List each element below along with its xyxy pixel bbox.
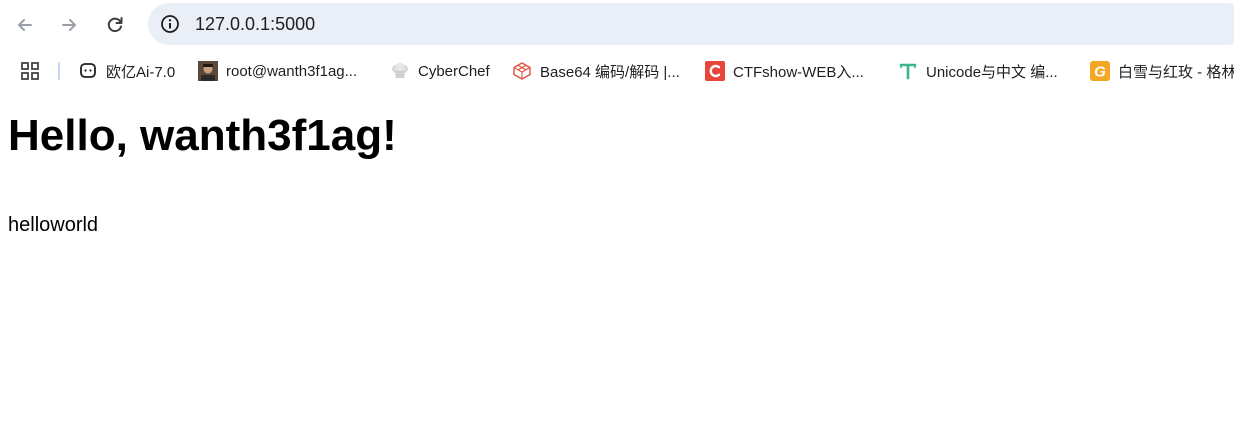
bookmark-ouyi-ai[interactable]: 欧亿Ai-7.0 — [78, 59, 175, 83]
bookmark-label: 欧亿Ai-7.0 — [106, 63, 176, 81]
bookmark-base64[interactable]: Base64 编码/解码 |... — [512, 59, 680, 83]
bookmark-ctfshow[interactable]: CTFshow-WEB入... — [705, 59, 864, 83]
arrow-right-icon — [62, 19, 76, 31]
bookmark-baixue-hongmei[interactable]: G 白雪与红玫 - 格林 — [1090, 59, 1234, 83]
bookmarks-bar: 欧亿Ai-7.0 root@wanth3f1ag... CyberChef Ba… — [0, 52, 1234, 90]
reload-icon — [107, 17, 123, 33]
avatar-icon — [198, 61, 218, 81]
address-bar[interactable]: 127.0.0.1:5000 — [148, 3, 1234, 45]
bookmarks-divider — [58, 62, 60, 80]
arrow-left-icon — [18, 19, 32, 31]
info-icon[interactable] — [160, 14, 180, 34]
bookmark-label: root@wanth3f1ag... — [226, 62, 358, 80]
page-body-text: helloworld — [8, 214, 99, 236]
bookmark-label: CyberChef — [418, 62, 490, 80]
bookmark-label: Unicode与中文 编... — [926, 63, 1058, 81]
chat-bubble-icon — [78, 61, 98, 81]
g-logo-icon: G — [1090, 61, 1110, 81]
bookmark-label: Base64 编码/解码 |... — [540, 63, 680, 81]
c-logo-icon — [705, 61, 725, 81]
reload-button[interactable] — [98, 8, 132, 42]
page-content: Hello, wanth3f1ag! helloworld — [0, 92, 1234, 435]
back-button[interactable] — [8, 8, 42, 42]
cube-icon — [512, 61, 532, 81]
bookmark-label: CTFshow-WEB入... — [733, 63, 864, 81]
bookmark-unicode[interactable]: Unicode与中文 编... — [898, 59, 1058, 83]
apps-grid-icon[interactable] — [20, 61, 40, 81]
url-text[interactable]: 127.0.0.1:5000 — [195, 14, 315, 34]
bookmark-cyberchef[interactable]: CyberChef — [390, 59, 490, 83]
chef-hat-icon — [390, 61, 410, 81]
page-heading: Hello, wanth3f1ag! — [8, 111, 397, 160]
bookmark-label: 白雪与红玫 - 格林 — [1118, 63, 1234, 81]
browser-toolbar: 127.0.0.1:5000 — [0, 0, 1234, 48]
t-logo-icon — [898, 61, 918, 81]
bookmark-root-wanth3f1ag[interactable]: root@wanth3f1ag... — [198, 59, 357, 83]
forward-button[interactable] — [52, 8, 86, 42]
svg-text:G: G — [1094, 64, 1106, 81]
